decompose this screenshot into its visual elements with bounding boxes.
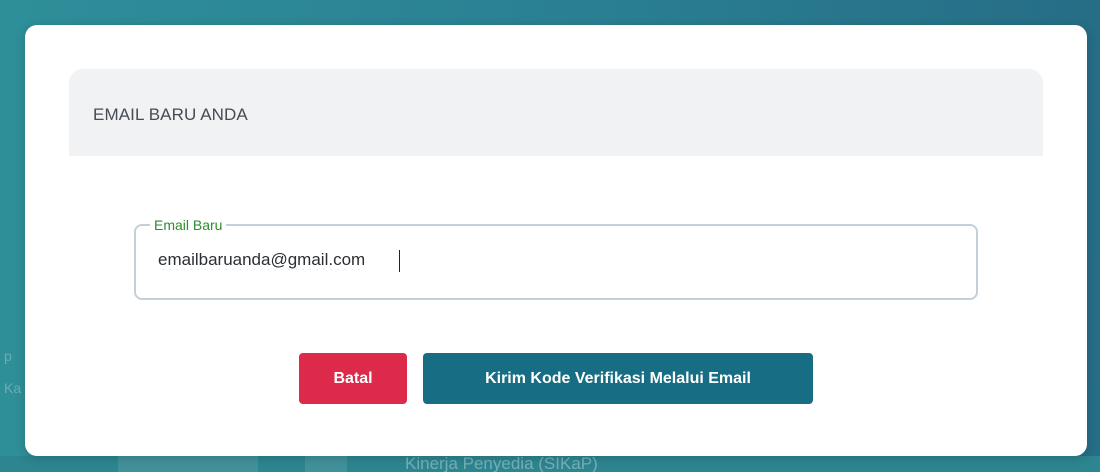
new-email-input[interactable] — [158, 248, 938, 272]
change-email-modal: EMAIL BARU ANDA Email Baru Batal Kirim K… — [25, 25, 1087, 456]
send-verification-code-button[interactable]: Kirim Kode Verifikasi Melalui Email — [423, 353, 813, 404]
new-email-label: Email Baru — [150, 217, 227, 233]
new-email-field[interactable]: Email Baru — [134, 217, 978, 300]
cancel-button[interactable]: Batal — [299, 353, 407, 404]
text-caret — [399, 250, 400, 272]
modal-header: EMAIL BARU ANDA — [69, 69, 1043, 156]
background-menu-text: Kinerja Penyedia (SIKaP) — [405, 454, 598, 472]
background-edge-text: Ka — [4, 380, 22, 396]
modal-title: EMAIL BARU ANDA — [93, 105, 248, 124]
background-edge-text: p — [4, 348, 12, 364]
